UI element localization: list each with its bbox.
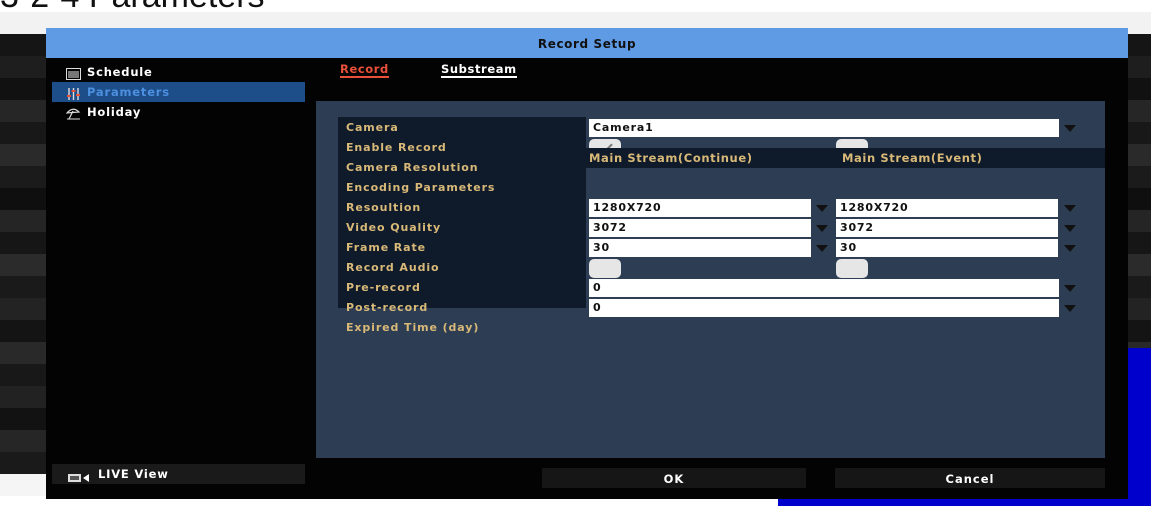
sidebar-item-label: Holiday	[87, 105, 142, 119]
resolution-label: Resoultion	[346, 201, 422, 214]
dialog-title: Record Setup	[46, 28, 1128, 58]
expired-time-label: Expired Time (day)	[346, 321, 480, 334]
document-heading: 3-2-4 Parameters	[0, 0, 265, 13]
camera-select[interactable]: Camera1	[589, 119, 1059, 137]
camera-resolution-label: Camera Resolution	[346, 161, 479, 174]
enable-record-label: Enable Record	[346, 141, 447, 154]
record-audio-event-checkbox[interactable]	[836, 259, 868, 278]
sidebar-item-parameters[interactable]: Parameters	[52, 82, 305, 102]
chevron-down-icon[interactable]	[1064, 245, 1076, 252]
event-resolution-select[interactable]: 1280X720	[836, 199, 1058, 217]
chevron-down-icon[interactable]	[816, 245, 828, 252]
main-video-quality-select[interactable]: 3072	[589, 219, 811, 237]
sidebar-item-label: Schedule	[87, 65, 153, 79]
chevron-down-icon[interactable]	[1064, 205, 1076, 212]
event-frame-rate-select[interactable]: 30	[836, 239, 1058, 257]
sidebar-item-schedule[interactable]: Schedule	[52, 62, 305, 82]
chevron-down-icon[interactable]	[816, 225, 828, 232]
chevron-down-icon[interactable]	[1064, 225, 1076, 232]
record-parameters-panel: Camera Enable Record Camera Resolution E…	[316, 101, 1105, 458]
cancel-button[interactable]: Cancel	[835, 468, 1105, 488]
record-audio-label: Record Audio	[346, 261, 440, 274]
ok-button[interactable]: OK	[542, 468, 806, 488]
chevron-down-icon[interactable]	[1064, 305, 1076, 312]
beach-umbrella-icon	[65, 106, 83, 120]
sidebar: Schedule Parameters Holiday	[52, 62, 305, 122]
main-resolution-select[interactable]: 1280X720	[589, 199, 811, 217]
tab-record[interactable]: Record	[340, 62, 389, 78]
encoding-parameters-label: Encoding Parameters	[346, 181, 496, 194]
post-record-select[interactable]: 0	[589, 299, 1059, 317]
sidebar-item-holiday[interactable]: Holiday	[52, 102, 305, 122]
camera-label: Camera	[346, 121, 399, 134]
pre-record-label: Pre-record	[346, 281, 421, 294]
frame-rate-label: Frame Rate	[346, 241, 427, 254]
record-audio-main-checkbox[interactable]	[589, 259, 621, 278]
chevron-down-icon[interactable]	[816, 205, 828, 212]
event-video-quality-select[interactable]: 3072	[836, 219, 1058, 237]
sliders-icon	[66, 86, 83, 100]
chevron-down-icon[interactable]	[1064, 125, 1076, 132]
chevron-down-icon[interactable]	[1064, 285, 1076, 292]
pre-record-select[interactable]: 0	[589, 279, 1059, 297]
main-stream-event-header: Main Stream(Event)	[842, 151, 983, 165]
calendar-icon	[66, 66, 83, 80]
live-view-icon	[68, 469, 94, 482]
post-record-label: Post-record	[346, 301, 429, 314]
record-setup-dialog: Record Setup Schedule Parameters Holiday…	[46, 28, 1128, 499]
live-view-label: LIVE View	[98, 467, 169, 481]
main-frame-rate-select[interactable]: 30	[589, 239, 811, 257]
sidebar-item-label: Parameters	[87, 85, 170, 99]
video-quality-label: Video Quality	[346, 221, 442, 234]
main-stream-continue-header: Main Stream(Continue)	[589, 151, 753, 165]
tab-substream[interactable]: Substream	[441, 62, 517, 78]
label-column: Camera Enable Record Camera Resolution E…	[338, 117, 586, 334]
live-view-button[interactable]: LIVE View	[52, 464, 305, 484]
